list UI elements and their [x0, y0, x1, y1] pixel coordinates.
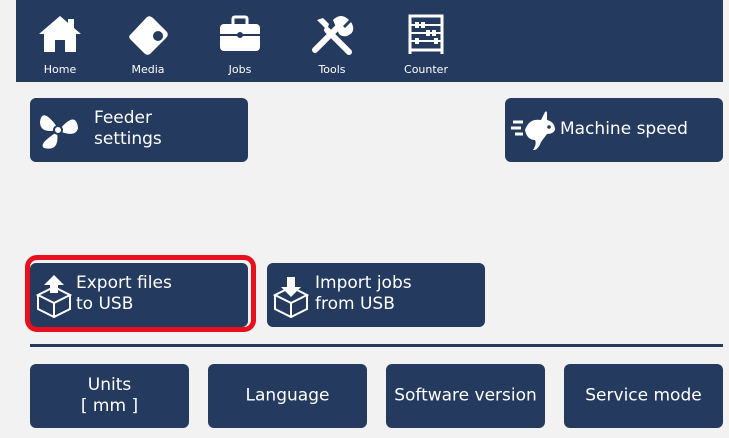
- home-icon: [37, 14, 83, 58]
- export-highlight-outline: [25, 255, 256, 332]
- feeder-settings-line2: settings: [94, 129, 162, 149]
- nav-jobs[interactable]: Jobs: [202, 0, 278, 82]
- nav-tools-label: Tools: [318, 63, 346, 76]
- language-label: Language: [245, 385, 330, 406]
- top-nav-bar: Home Media Jobs Tools Counter: [16, 0, 723, 82]
- nav-jobs-label: Jobs: [228, 63, 252, 76]
- box-download-icon: [271, 273, 315, 325]
- section-divider: [30, 344, 723, 347]
- nav-media-label: Media: [131, 63, 165, 76]
- jobs-briefcase-icon: [217, 14, 263, 58]
- units-label: Units: [87, 375, 132, 395]
- software-version-label: Software version: [394, 385, 537, 406]
- fan-icon: [36, 108, 80, 158]
- units-button[interactable]: Units [ mm ]: [30, 364, 189, 428]
- feeder-settings-line1: Feeder: [94, 108, 153, 128]
- tools-icon: [309, 14, 355, 60]
- feeder-settings-button[interactable]: Feeder settings: [30, 98, 248, 162]
- service-mode-label: Service mode: [585, 385, 702, 406]
- nav-media[interactable]: Media: [110, 0, 186, 82]
- software-version-button[interactable]: Software version: [386, 364, 545, 428]
- nav-home[interactable]: Home: [22, 0, 98, 82]
- machine-speed-label: Machine speed: [560, 119, 688, 139]
- import-line2: from USB: [315, 294, 395, 314]
- media-icon: [125, 14, 171, 60]
- nav-counter[interactable]: Counter: [388, 0, 464, 82]
- counter-abacus-icon: [406, 14, 446, 58]
- nav-home-label: Home: [43, 63, 77, 76]
- nav-counter-label: Counter: [404, 63, 448, 76]
- rabbit-speed-icon: [511, 108, 557, 160]
- language-button[interactable]: Language: [208, 364, 367, 428]
- import-jobs-from-usb-button[interactable]: Import jobs from USB: [267, 263, 485, 327]
- service-mode-button[interactable]: Service mode: [564, 364, 723, 428]
- units-value: [ mm ]: [80, 396, 139, 416]
- machine-speed-button[interactable]: Machine speed: [505, 98, 723, 162]
- import-line1: Import jobs: [315, 273, 412, 293]
- nav-tools[interactable]: Tools: [294, 0, 370, 82]
